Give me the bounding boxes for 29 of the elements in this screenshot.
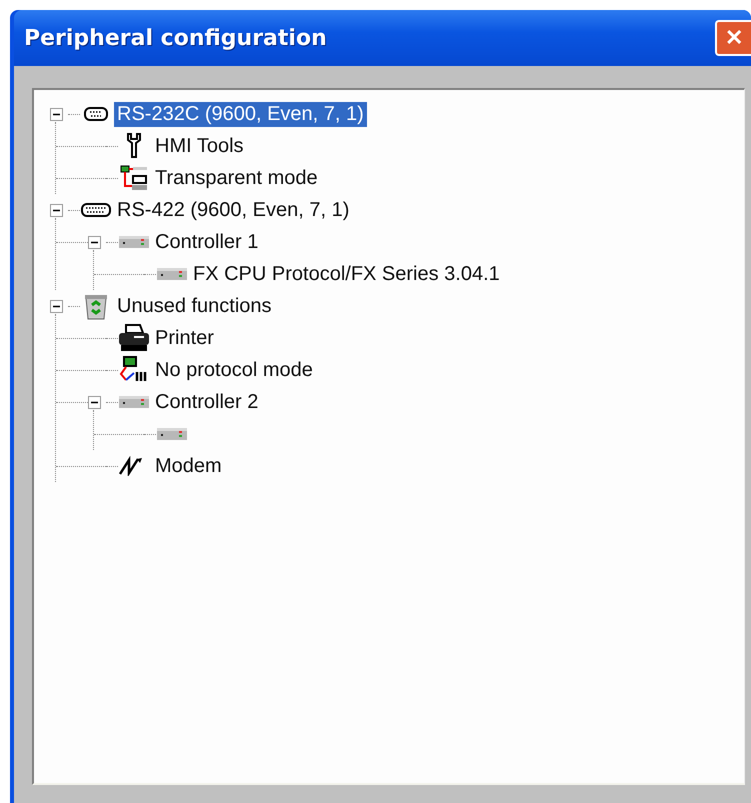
printer-icon bbox=[118, 324, 150, 352]
tree-item[interactable]: RS-232C (9600, Even, 7, 1) bbox=[114, 102, 367, 126]
tree-item[interactable]: FX CPU Protocol/FX Series 3.04.1 bbox=[190, 262, 503, 286]
tree-item[interactable]: Modem bbox=[152, 454, 225, 478]
tree-item[interactable]: Controller 1 bbox=[152, 230, 262, 254]
recycle-bin-icon bbox=[83, 292, 109, 320]
collapse-toggle[interactable] bbox=[88, 236, 100, 248]
controller-icon bbox=[157, 427, 187, 441]
network-icon bbox=[120, 165, 148, 191]
tree-item[interactable]: RS-422 (9600, Even, 7, 1) bbox=[114, 198, 352, 222]
serial-port-icon bbox=[84, 107, 108, 121]
collapse-toggle[interactable] bbox=[50, 108, 62, 120]
tree-item[interactable]: HMI Tools bbox=[152, 134, 247, 158]
network-icon bbox=[119, 356, 149, 384]
serial-port-icon bbox=[81, 203, 111, 217]
collapse-toggle[interactable] bbox=[50, 204, 62, 216]
controller-icon bbox=[119, 395, 149, 409]
controller-icon bbox=[157, 267, 187, 281]
close-button[interactable]: ✕ bbox=[715, 20, 751, 56]
controller-icon bbox=[119, 235, 149, 249]
tree-item[interactable]: Controller 2 bbox=[152, 390, 262, 414]
tree-item[interactable]: Transparent mode bbox=[152, 166, 321, 190]
tree-item[interactable]: Unused functions bbox=[114, 294, 275, 318]
collapse-toggle[interactable] bbox=[88, 396, 100, 408]
wrench-icon bbox=[126, 133, 142, 159]
tree-item[interactable]: Printer bbox=[152, 326, 217, 350]
window-title: Peripheral configuration bbox=[24, 26, 327, 50]
tree-item[interactable]: No protocol mode bbox=[152, 358, 316, 382]
collapse-toggle[interactable] bbox=[50, 300, 62, 312]
